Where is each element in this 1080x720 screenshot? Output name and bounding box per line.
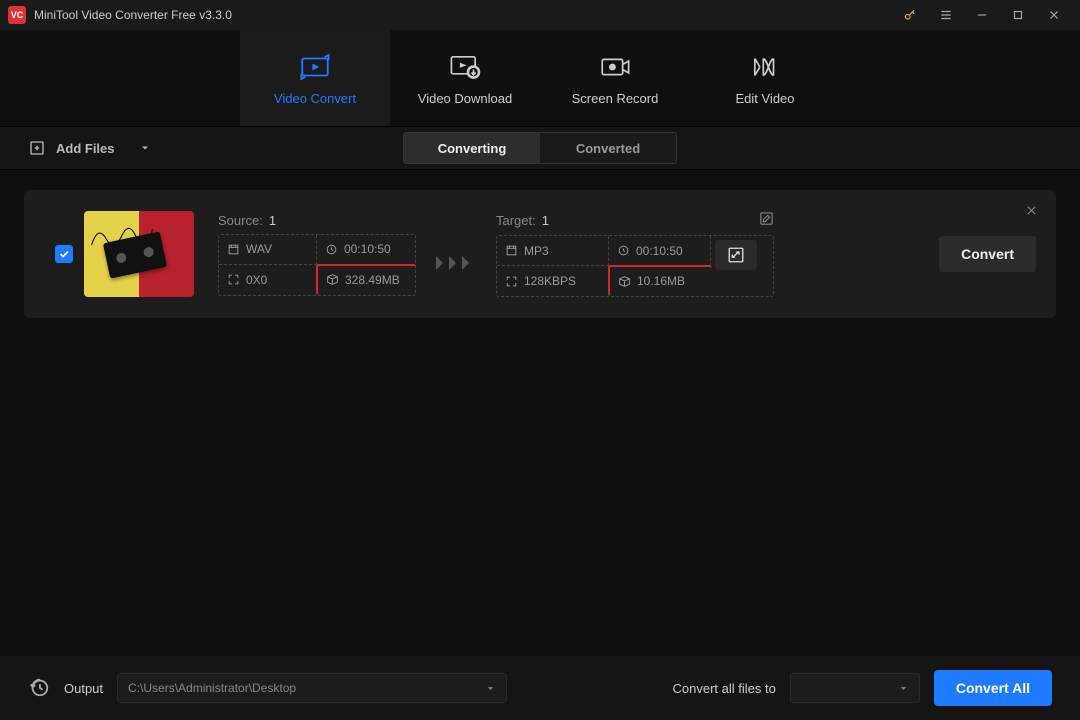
target-format: MP3: [497, 236, 609, 266]
sub-tabs: Converting Converted: [403, 132, 677, 164]
minimize-button[interactable]: [964, 0, 1000, 30]
arrows-icon: [434, 253, 478, 276]
titlebar: VC MiniTool Video Converter Free v3.3.0: [0, 0, 1080, 30]
file-checkbox[interactable]: [55, 245, 73, 263]
source-count: 1: [269, 213, 276, 228]
tab-video-download[interactable]: Video Download: [390, 30, 540, 126]
chevron-down-icon: [139, 142, 151, 154]
convert-all-label: Convert all files to: [673, 681, 776, 696]
app-logo: VC: [8, 6, 26, 24]
tab-video-download-label: Video Download: [418, 91, 512, 106]
target-label: Target:: [496, 213, 536, 228]
maximize-button[interactable]: [1000, 0, 1036, 30]
main-tabs: Video Convert Video Download Screen Reco…: [0, 30, 1080, 126]
source-resolution: 0X0: [219, 265, 317, 295]
target-count: 1: [542, 213, 549, 228]
convert-icon: [298, 51, 332, 83]
history-icon[interactable]: [28, 676, 50, 701]
footer: Output C:\Users\Administrator\Desktop Co…: [0, 656, 1080, 720]
target-size: 10.16MB: [608, 265, 712, 295]
target-duration: 00:10:50: [609, 236, 711, 266]
chevron-down-icon: [898, 683, 909, 694]
menu-icon[interactable]: [928, 0, 964, 30]
add-files-label: Add Files: [56, 141, 115, 156]
source-size: 328.49MB: [316, 264, 416, 294]
tab-video-convert[interactable]: Video Convert: [240, 30, 390, 126]
record-icon: [598, 51, 632, 83]
output-path-value: C:\Users\Administrator\Desktop: [128, 681, 296, 695]
upgrade-key-icon[interactable]: [892, 0, 928, 30]
toolbar: Add Files Converting Converted: [0, 126, 1080, 170]
output-path-select[interactable]: C:\Users\Administrator\Desktop: [117, 673, 507, 703]
chevron-down-icon: [485, 683, 496, 694]
tab-screen-record-label: Screen Record: [572, 91, 659, 106]
add-file-icon: [28, 139, 46, 157]
tab-edit-video-label: Edit Video: [735, 91, 794, 106]
convert-all-format-select[interactable]: [790, 673, 920, 703]
target-settings-button[interactable]: [715, 240, 757, 270]
source-format: WAV: [219, 235, 317, 265]
sub-tab-converted[interactable]: Converted: [540, 133, 676, 163]
file-thumbnail: [84, 211, 194, 297]
target-bitrate: 128KBPS: [497, 266, 609, 296]
sub-tab-converting[interactable]: Converting: [404, 133, 540, 163]
tab-edit-video[interactable]: Edit Video: [690, 30, 840, 126]
convert-all-button[interactable]: Convert All: [934, 670, 1052, 706]
edit-video-icon: [748, 51, 782, 83]
source-duration: 00:10:50: [317, 235, 415, 265]
file-list: Source: 1 WAV 00:10:50: [0, 170, 1080, 338]
output-label: Output: [64, 681, 103, 696]
convert-button[interactable]: Convert: [939, 236, 1036, 272]
source-panel: Source: 1 WAV 00:10:50: [218, 213, 416, 296]
source-label: Source:: [218, 213, 263, 228]
edit-target-button[interactable]: [759, 211, 774, 229]
target-panel: Target: 1 MP3 00:10:50: [496, 211, 774, 297]
tab-screen-record[interactable]: Screen Record: [540, 30, 690, 126]
add-files-button[interactable]: Add Files: [28, 139, 151, 157]
close-window-button[interactable]: [1036, 0, 1072, 30]
remove-file-button[interactable]: [1025, 204, 1038, 220]
download-icon: [448, 51, 482, 83]
app-title: MiniTool Video Converter Free v3.3.0: [34, 8, 892, 22]
file-card: Source: 1 WAV 00:10:50: [24, 190, 1056, 318]
tab-video-convert-label: Video Convert: [274, 91, 356, 106]
